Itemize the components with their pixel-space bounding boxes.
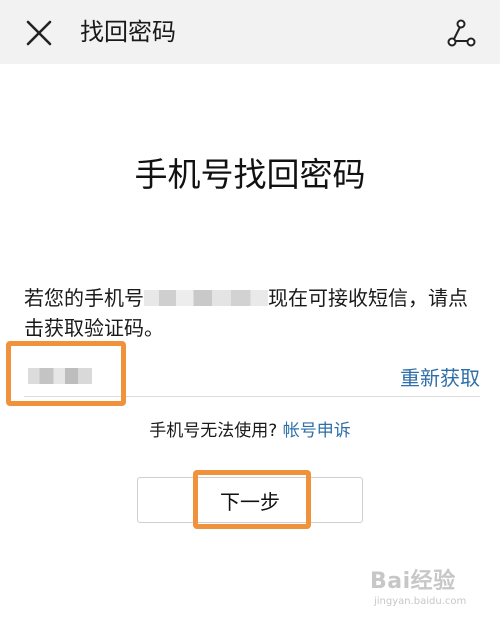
- help-row: 手机号无法使用? 帐号申诉: [0, 418, 500, 444]
- sms-message: 若您的手机号 现在可接收短信，请点击获取验证码。: [24, 283, 480, 343]
- resend-code-link[interactable]: 重新获取: [380, 363, 480, 393]
- masked-phone-number: [144, 290, 268, 306]
- top-bar: 找回密码: [0, 0, 500, 64]
- input-underline: [24, 396, 480, 397]
- message-text-start: 若您的手机号: [24, 286, 144, 310]
- account-appeal-link[interactable]: 帐号申诉: [283, 421, 351, 441]
- window-title: 找回密码: [80, 18, 176, 46]
- watermark-url: jingyan.baidu.com: [374, 596, 467, 607]
- watermark-logo: Bai经验: [370, 569, 456, 594]
- verification-code-input[interactable]: [24, 356, 354, 396]
- share-button[interactable]: [444, 16, 478, 50]
- close-button[interactable]: [22, 16, 56, 50]
- share-icon: [447, 19, 476, 47]
- page-title: 手机号找回密码: [134, 155, 366, 194]
- close-icon: [26, 20, 52, 46]
- help-text: 手机号无法使用?: [149, 421, 278, 441]
- next-button[interactable]: 下一步: [137, 477, 363, 523]
- watermark: Bai经验 jingyan.baidu.com: [370, 568, 495, 612]
- masked-code-value: [28, 368, 92, 384]
